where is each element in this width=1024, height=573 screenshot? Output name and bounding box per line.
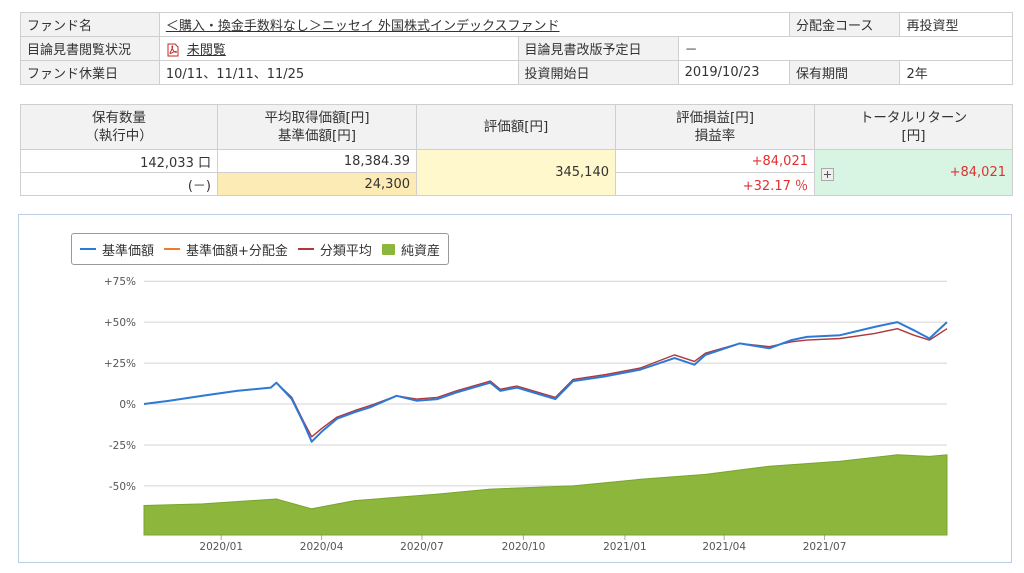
revision-label: 目論見書改版予定日 [517,36,679,61]
pl-header-line2: 損益率 [694,128,736,144]
legend-label-category-avg: 分類平均 [319,243,372,259]
legend-item-net-assets[interactable]: 純資産 [381,240,440,259]
total-header-line2: [円] [901,128,926,144]
holiday-value: 10/11、11/11、11/25 [158,60,519,85]
x-tick-label: 2020/07 [400,541,444,553]
qty-header-line1: 保有数量 [92,110,146,126]
net-assets-area [143,454,948,536]
prospectus-link[interactable]: 未閲覧 [187,43,226,58]
value-header: 評価額[円] [416,104,616,150]
period-label: 保有期間 [789,60,901,85]
legend-line-nav [80,248,96,250]
legend-line-category-avg [297,248,314,250]
total-return-cell: +84,021 [814,149,1013,196]
pl-rate-value: +32.17 ％ [615,172,815,196]
y-tick-label: +75% [104,276,136,288]
legend-label-nav-dividend: 基準価額+分配金 [186,243,288,259]
course-value: 再投資型 [899,12,1013,37]
x-tick-label: 2021/04 [702,541,746,553]
fund-name-label: ファンド名 [20,12,160,37]
chart-areas [143,454,948,536]
period-value: 2年 [899,60,1013,85]
legend-item-nav-dividend[interactable]: 基準価額+分配金 [164,240,288,259]
pdf-icon[interactable] [166,43,180,57]
total-return-header: トータルリターン [円] [814,104,1013,150]
avg-header-line1: 平均取得価額[円] [264,110,370,126]
qty-pending-value: (－) [20,172,218,196]
y-tick-label: +50% [104,317,136,329]
y-axis-labels: +75% +50% +25% 0% -25% -50% [104,276,136,493]
category-avg-series-line [143,328,948,438]
nav-series-line [143,321,948,443]
legend-line-nav-dividend [164,248,181,250]
pl-header-line1: 評価損益[円] [675,110,755,126]
fund-name-link[interactable]: ＜購入・換金手数料なし＞ニッセイ 外国株式インデックスファンド [166,19,560,34]
start-date-value: 2019/10/23 [677,60,791,85]
legend-swatch-net-assets [381,243,395,255]
y-tick-label: +25% [104,358,136,370]
start-date-label: 投資開始日 [517,60,679,85]
x-tick-label: 2020/10 [502,541,546,553]
fund-name-cell: ＜購入・換金手数料なし＞ニッセイ 外国株式インデックスファンド [158,12,791,37]
pl-value: +84,021 [615,149,815,173]
legend-label-net-assets: 純資産 [400,243,440,259]
chart-legend: 基準価額 基準価額+分配金 分類平均 純資産 [71,233,449,265]
legend-label-nav: 基準価額 [102,243,155,259]
qty-header-line2: （執行中） [85,128,153,144]
course-label: 分配金コース [789,12,901,37]
chart-lines [143,321,948,443]
total-return-value: +84,021 [949,164,1006,180]
prospectus-cell: 未閲覧 [158,36,519,61]
fund-info-table: ファンド名 ＜購入・換金手数料なし＞ニッセイ 外国株式インデックスファンド 分配… [20,12,1014,85]
x-axis-labels: 2020/01 2020/04 2020/07 2020/10 2021/01 2021/… [199,541,846,553]
legend-item-category-avg[interactable]: 分類平均 [297,240,372,259]
avg-header: 平均取得価額[円] 基準価額[円] [217,104,417,150]
pl-header: 評価損益[円] 損益率 [615,104,815,150]
performance-chart: +75%+50%+25%0%-25%-50% 2020/01 2020/04 202… [104,276,948,553]
qty-header: 保有数量 （執行中） [20,104,218,150]
avg-header-line2: 基準価額[円] [277,128,357,144]
prospectus-label: 目論見書閲覧状況 [20,36,160,61]
y-tick-label: 0% [119,399,136,411]
y-tick-label: -50% [109,481,136,493]
x-tick-label: 2020/04 [300,541,344,553]
holdings-table: 保有数量 （執行中） 平均取得価額[円] 基準価額[円] 評価額[円] 評価損益… [20,104,1013,196]
y-tick-label: -25% [109,440,136,452]
x-tick-label: 2020/01 [199,541,243,553]
eval-value: 345,140 [416,149,616,196]
nav-value: 24,300 [217,172,417,196]
total-header-line1: トータルリターン [859,110,968,126]
qty-value: 142,033 口 [20,149,218,173]
holiday-label: ファンド休業日 [20,60,160,85]
avg-cost-value: 18,384.39 [217,149,417,173]
x-tick-label: 2021/01 [603,541,647,553]
chart-panel: +75% +50% +25% 0% -25% -50% 2020/01 2020/04 202… [18,214,1012,563]
expand-plus-icon[interactable] [821,167,834,181]
x-tick-label: 2021/07 [803,541,847,553]
legend-item-nav[interactable]: 基準価額 [80,240,154,259]
revision-value: － [677,36,1014,61]
